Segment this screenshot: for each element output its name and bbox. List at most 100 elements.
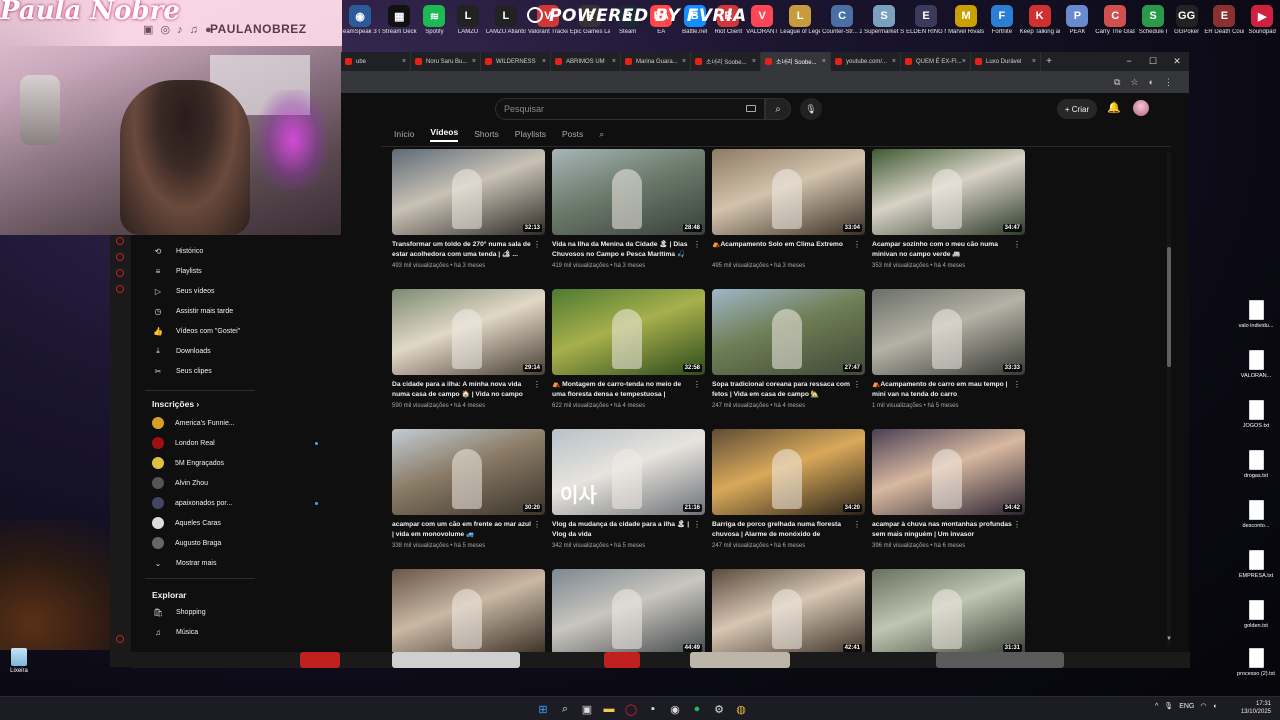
more-options-icon[interactable]: ⋮ (853, 380, 861, 389)
video-card[interactable]: 31:31 (872, 569, 1025, 709)
video-thumbnail[interactable]: 32:58 (552, 289, 705, 375)
desktop-shortcut[interactable]: ≋ Spotify (419, 0, 451, 36)
explore-item[interactable]: ♫ Música (153, 625, 198, 639)
desktop-shortcut[interactable]: L LAMZU Atlantis P... (486, 0, 526, 36)
language-indicator[interactable]: ENG (1179, 703, 1194, 710)
video-title[interactable]: Transformar um toldo de 270° numa sala d… (392, 240, 532, 260)
desktop-shortcut[interactable]: L League of Legends (780, 0, 820, 36)
more-options-icon[interactable]: ⋮ (1013, 380, 1021, 389)
scroll-down-arrow-icon[interactable]: ▼ (1166, 636, 1172, 642)
volume-icon[interactable]: ◖ (1212, 703, 1216, 710)
tab-close-icon[interactable]: × (542, 58, 546, 65)
video-title[interactable]: ⛺Acampamento Solo em Clima Extremo (712, 240, 852, 260)
close-icon[interactable]: ✕ (1165, 56, 1189, 67)
search-button[interactable]: ⌕ (765, 98, 791, 120)
video-card[interactable] (392, 569, 545, 709)
video-card[interactable]: 44:49 (552, 569, 705, 709)
video-card[interactable]: 30:20 acampar com um cão em frente ao mar… (392, 429, 545, 569)
subscription-item[interactable]: London Real (152, 436, 332, 450)
subscription-item[interactable]: Aqueles Caras (152, 516, 332, 530)
video-thumbnail[interactable]: 32:13 (392, 149, 545, 235)
channel-search-icon[interactable]: ⌕ (599, 129, 604, 140)
more-options-icon[interactable]: ⋮ (853, 520, 861, 529)
more-options-icon[interactable]: ⋮ (693, 380, 701, 389)
video-card[interactable]: 34:47 Acampar sozinho com o meu cão numa … (872, 149, 1025, 289)
video-card[interactable]: 이사 21:16 Vlog da mudança da cidade para a … (552, 429, 705, 569)
task-view-icon[interactable]: ▣ (576, 700, 598, 718)
video-title[interactable]: ⛺Acampamento de carro em mau tempo | min… (872, 380, 1012, 400)
explore-item[interactable]: 🛍 Shopping (153, 605, 206, 619)
browser-tab[interactable]: ube × (341, 52, 411, 71)
tab-close-icon[interactable]: × (822, 58, 826, 65)
video-card[interactable]: 28:48 Vida na Ilha da Menina da Cidade 🏝 … (552, 149, 705, 289)
desktop-shortcut[interactable]: E ER Death Counter (1204, 0, 1244, 36)
wifi-icon[interactable]: ◠ (1200, 702, 1206, 710)
desktop-shortcut[interactable]: C Carry The Glass (1095, 0, 1135, 36)
desktop-file[interactable]: processo (2).txt (1236, 648, 1276, 677)
browser-tab[interactable]: ABRIMOS UM × (551, 52, 621, 71)
scrollbar-thumb[interactable] (1167, 247, 1171, 367)
recycle-bin[interactable]: Lixeira (6, 648, 32, 674)
spotify-icon[interactable]: ● (686, 700, 708, 718)
show-more-button[interactable]: ⌄ Mostrar mais (153, 556, 217, 570)
video-thumbnail[interactable]: 이사 21:16 (552, 429, 705, 515)
browser-tab[interactable]: WILDERNESS × (481, 52, 551, 71)
desktop-shortcut[interactable]: E ELDEN RING NIGHTREIGN (906, 0, 946, 36)
desktop-file[interactable]: golden.txt (1236, 600, 1276, 629)
video-title[interactable]: Sopa tradicional coreana para ressaca co… (712, 380, 852, 400)
video-title[interactable]: Vida na Ilha da Menina da Cidade 🏝 | Dia… (552, 240, 692, 260)
more-options-icon[interactable]: ⋮ (533, 240, 541, 249)
desktop-shortcut[interactable]: ▦ Stream Deck (382, 0, 417, 36)
desktop-file[interactable]: VALORAN... (1236, 350, 1276, 379)
chrome-icon[interactable]: ◍ (730, 700, 752, 718)
video-card[interactable]: 27:47 Sopa tradicional coreana para ressa… (712, 289, 865, 429)
keyboard-icon[interactable] (746, 105, 756, 112)
more-options-icon[interactable]: ⋮ (533, 380, 541, 389)
tab-close-icon[interactable]: × (472, 58, 476, 65)
subscriptions-heading[interactable]: Inscrições › (152, 399, 199, 409)
video-card[interactable]: 34:42 acampar à chuva nas montanhas profu… (872, 429, 1025, 569)
video-card[interactable]: 34:20 Barriga de porco grelhada numa flor… (712, 429, 865, 569)
desktop-file[interactable]: EMPRESA.txt (1236, 550, 1276, 579)
tray-mic-icon[interactable]: 🎙 (1164, 702, 1173, 710)
maximize-icon[interactable]: ☐ (1141, 56, 1165, 67)
browser-menu-icon[interactable]: ⋮ (1164, 77, 1173, 88)
more-options-icon[interactable]: ⋮ (1013, 520, 1021, 529)
video-title[interactable]: acampar à chuva nas montanhas profundas … (872, 520, 1012, 540)
more-options-icon[interactable]: ⋮ (853, 240, 861, 249)
browser-tab[interactable]: QUEM É EX-FI... × (901, 52, 971, 71)
video-card[interactable]: 29:14 Da cidade para a ilha: A minha nova… (392, 289, 545, 429)
minimize-icon[interactable]: − (1117, 56, 1141, 67)
desktop-shortcut[interactable]: S Schedule I (1137, 0, 1169, 36)
video-title[interactable]: Barriga de porco grelhada numa floresta … (712, 520, 852, 540)
video-thumbnail[interactable]: 27:47 (712, 289, 865, 375)
desktop-shortcut[interactable]: V VALORANT (746, 0, 778, 36)
video-thumbnail[interactable]: 42:41 (712, 569, 865, 655)
sidebar-item[interactable]: 👍 Vídeos com "Gostei" (153, 324, 240, 338)
notifications-bell-icon[interactable]: 🔔 (1107, 101, 1121, 114)
tab-close-icon[interactable]: × (682, 58, 686, 65)
desktop-shortcut[interactable]: P PEAK (1062, 0, 1094, 36)
settings-icon[interactable]: ⚙ (708, 700, 730, 718)
create-button[interactable]: + Criar (1057, 99, 1097, 119)
more-options-icon[interactable]: ⋮ (693, 520, 701, 529)
sidebar-item[interactable]: ◷ Assistir mais tarde (153, 304, 234, 318)
video-card[interactable]: 33:04 ⛺Acampamento Solo em Clima Extremo 4… (712, 149, 865, 289)
tab-close-icon[interactable]: × (752, 58, 756, 65)
desktop-shortcut[interactable]: S Supermarket Simulator (864, 0, 904, 36)
browser-tab[interactable]: youtube.com/... × (831, 52, 901, 71)
opera-gx-icon[interactable]: ◯ (620, 700, 642, 718)
search-input[interactable]: Pesquisar (495, 98, 765, 120)
desktop-file[interactable]: desconto... (1236, 500, 1276, 529)
video-title[interactable]: Acampar sozinho com o meu cão numa miniv… (872, 240, 1012, 260)
desktop-shortcut[interactable]: L LAMZU (452, 0, 484, 36)
video-thumbnail[interactable]: 33:04 (712, 149, 865, 235)
tab-close-icon[interactable]: × (962, 58, 966, 65)
terminal-icon[interactable]: ▪ (642, 700, 664, 718)
tab-inicio[interactable]: Início (394, 129, 414, 139)
browser-tab[interactable]: 소녀리 Soobe... × (691, 52, 761, 71)
tab-close-icon[interactable]: × (1032, 58, 1036, 65)
desktop-file[interactable]: JOGOS.txt (1236, 400, 1276, 429)
desktop-shortcut[interactable]: F Fortnite (986, 0, 1018, 36)
video-card[interactable]: 32:58 ⛺ Montagem de carro-tenda no meio d… (552, 289, 705, 429)
